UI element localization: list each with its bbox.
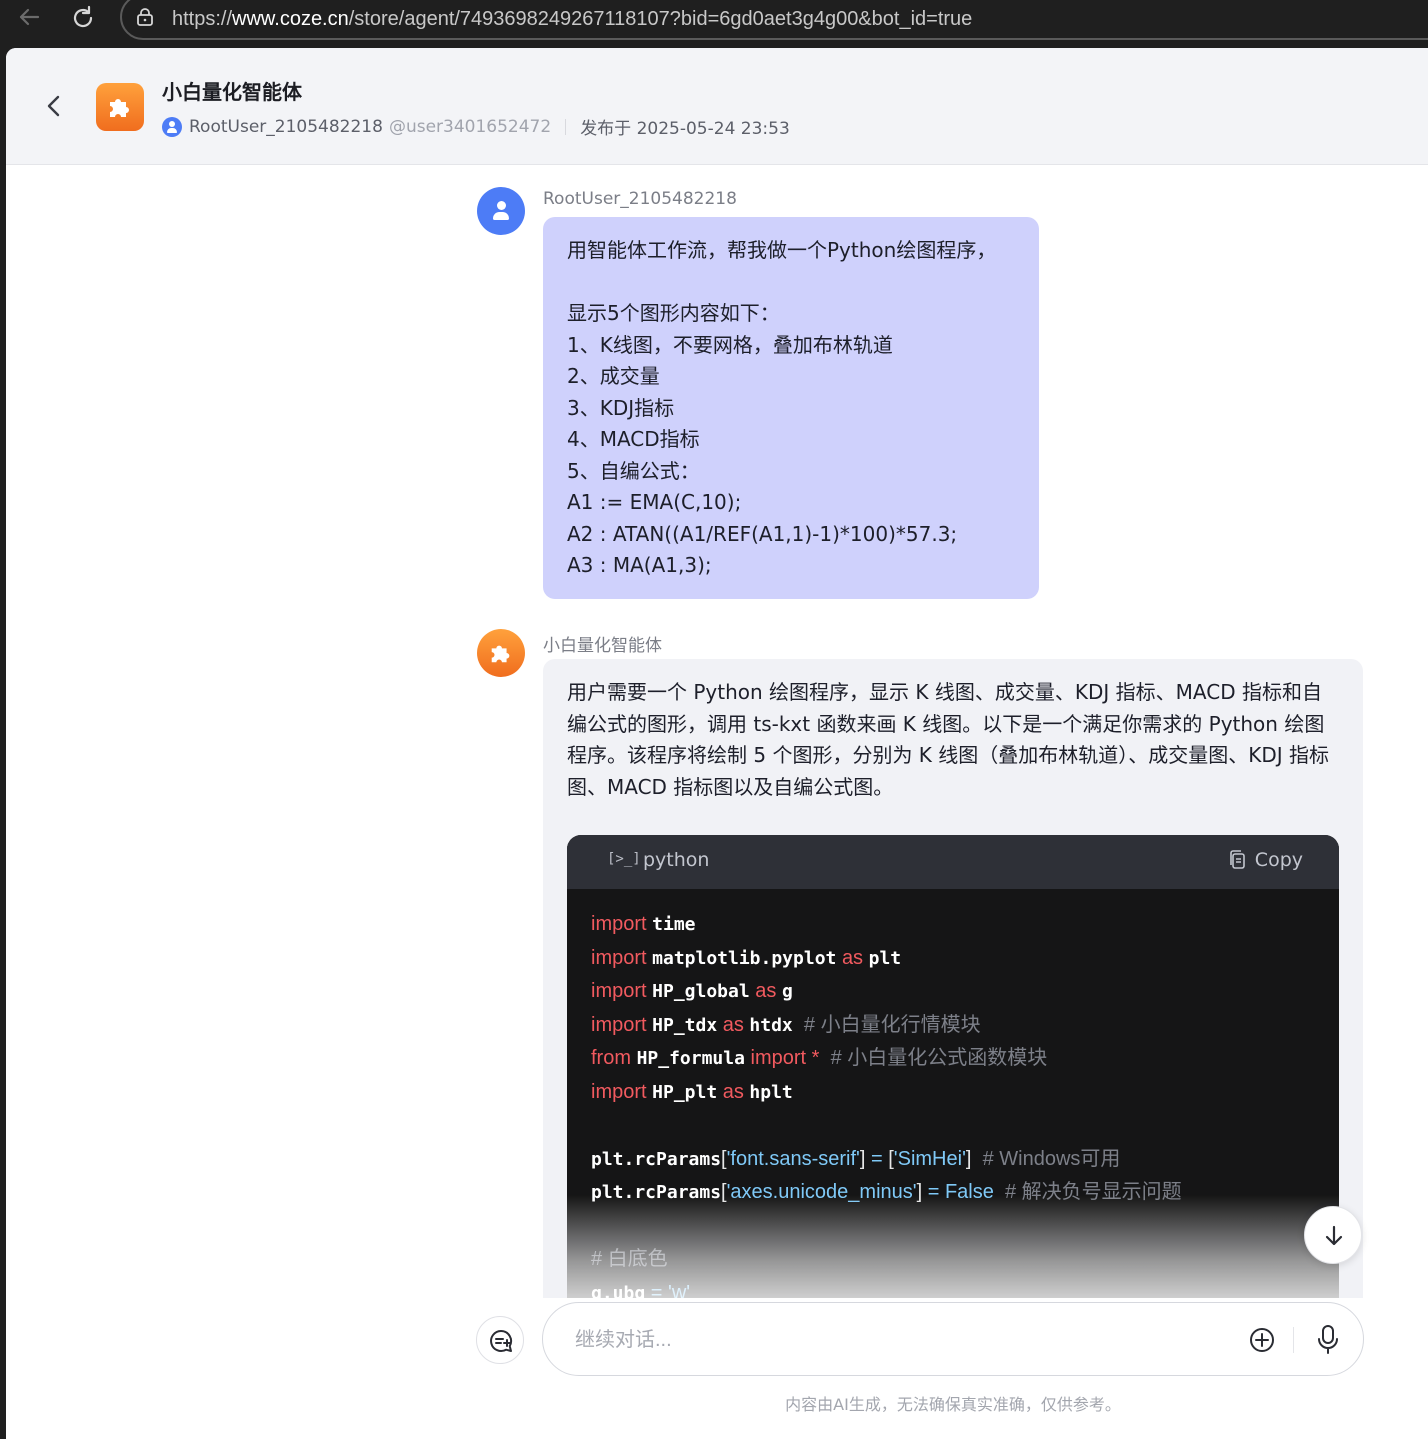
arrow-down-icon bbox=[1325, 1225, 1343, 1246]
microphone-icon[interactable] bbox=[1313, 1323, 1343, 1357]
code-token: # Windows可用 bbox=[982, 1147, 1121, 1170]
code-token: hplt bbox=[749, 1081, 793, 1103]
user-sender-name: RootUser_2105482218 bbox=[543, 189, 737, 209]
agent-message-text: 用户需要一个 Python 绘图程序，显示 K 线图、成交量、KDJ 指标、MA… bbox=[567, 680, 1330, 799]
page: 小白量化智能体 RootUser_2105482218 @user3401652… bbox=[6, 48, 1428, 1439]
code-token: plt.rcParams bbox=[591, 1148, 722, 1170]
code-token: = bbox=[870, 1147, 883, 1170]
agent-logo bbox=[96, 83, 144, 131]
code-line: import time bbox=[591, 907, 1315, 941]
code-token: # 小白量化行情模块 bbox=[803, 1013, 981, 1036]
code-token: HP_global bbox=[652, 981, 750, 1002]
user-icon bbox=[162, 116, 182, 137]
chat-input-box bbox=[542, 1302, 1364, 1376]
code-line: from HP_formula import * # 小白量化公式函数模块 bbox=[591, 1041, 1315, 1075]
user-message-line: 1、K线图，不要网格，叠加布林轨道 bbox=[567, 332, 893, 357]
code-token: as bbox=[722, 1013, 744, 1036]
browser-toolbar: https://www.coze.cn/store/agent/74936982… bbox=[0, 0, 1428, 48]
user-message-line: 4、MACD指标 bbox=[567, 427, 700, 451]
user-message-line: A3 : MA(A1,3); bbox=[567, 553, 712, 577]
user-message-line: 5、自编公式： bbox=[567, 458, 700, 483]
publish-date: 发布于 2025-05-24 23:53 bbox=[580, 119, 790, 139]
code-token: HP_tdx bbox=[652, 1014, 718, 1036]
new-chat-icon bbox=[490, 1329, 513, 1352]
puzzle-icon bbox=[491, 645, 510, 663]
code-fade-overlay bbox=[567, 1195, 1339, 1315]
code-line: import matplotlib.pyplot as plt bbox=[591, 941, 1315, 975]
back-arrow-icon[interactable] bbox=[14, 4, 44, 34]
user-message-line: 显示5个图形内容如下： bbox=[567, 301, 780, 325]
agent-avatar bbox=[477, 629, 525, 677]
puzzle-icon bbox=[110, 99, 129, 117]
user-message-line: A1 := EMA(C,10); bbox=[567, 490, 742, 514]
user-message-line: 用智能体工作流，帮我做一个Python绘图程序， bbox=[567, 238, 997, 262]
code-token: import bbox=[591, 980, 647, 1002]
code-token: as bbox=[841, 946, 864, 969]
add-attachment-icon[interactable] bbox=[1247, 1325, 1277, 1355]
code-token: # 小白量化公式函数模块 bbox=[830, 1047, 1048, 1069]
code-block: [>_] python Copy import time import matpl… bbox=[567, 835, 1339, 1315]
author-handle: @user3401652472 bbox=[388, 116, 552, 137]
reload-icon[interactable] bbox=[68, 4, 98, 34]
code-token: plt bbox=[868, 947, 902, 969]
code-token: import bbox=[750, 1047, 807, 1069]
code-line: import HP_plt as hplt bbox=[591, 1075, 1315, 1109]
agent-title: 小白量化智能体 bbox=[162, 80, 302, 104]
divider bbox=[1293, 1327, 1294, 1353]
copy-button[interactable]: Copy bbox=[1227, 849, 1303, 871]
code-token: import bbox=[591, 913, 647, 935]
divider bbox=[565, 118, 567, 135]
code-language: python bbox=[643, 849, 710, 871]
code-line: import HP_global as g bbox=[591, 974, 1315, 1008]
agent-meta: RootUser_2105482218 @user3401652472 发布于 … bbox=[162, 114, 790, 139]
code-token: as bbox=[755, 980, 777, 1002]
code-token: as bbox=[722, 1080, 744, 1103]
terminal-icon: [>_] bbox=[607, 851, 641, 867]
code-token: import bbox=[591, 1080, 647, 1103]
code-token: import bbox=[591, 946, 647, 969]
code-token: htdx bbox=[749, 1014, 793, 1036]
code-line: plt.rcParams['font.sans-serif'] = ['SimH… bbox=[591, 1142, 1315, 1176]
code-token: matplotlib.pyplot bbox=[652, 947, 837, 969]
user-avatar bbox=[477, 187, 525, 235]
url-text: https://www.coze.cn/store/agent/74936982… bbox=[172, 8, 973, 30]
copy-icon bbox=[1229, 850, 1245, 869]
code-token: HP_plt bbox=[652, 1081, 718, 1103]
user-message-line: A2 : ATAN((A1/REF(A1,1)-1)*100)*57.3; bbox=[567, 521, 958, 546]
address-bar[interactable]: https://www.coze.cn/store/agent/74936982… bbox=[120, 0, 1428, 40]
author-name[interactable]: RootUser_2105482218 bbox=[189, 117, 383, 137]
user-message-line bbox=[567, 267, 1015, 299]
new-chat-button[interactable] bbox=[476, 1316, 524, 1364]
site-info-icon[interactable] bbox=[136, 8, 154, 26]
code-token: import bbox=[591, 1013, 647, 1036]
scroll-to-bottom-button[interactable] bbox=[1304, 1206, 1362, 1264]
code-line: import HP_tdx as htdx # 小白量化行情模块 bbox=[591, 1008, 1315, 1042]
code-token: from bbox=[591, 1047, 631, 1069]
code-block-header: [>_] python Copy bbox=[567, 835, 1339, 889]
code-token: HP_formula bbox=[636, 1048, 745, 1069]
copy-label: Copy bbox=[1254, 849, 1303, 871]
code-token: 'font.sans-serif' bbox=[726, 1147, 860, 1170]
user-message-line: 3、KDJ指标 bbox=[567, 395, 675, 420]
user-message-line: 2、成交量 bbox=[567, 364, 660, 388]
agent-header: 小白量化智能体 RootUser_2105482218 @user3401652… bbox=[6, 48, 1428, 165]
chat-input[interactable] bbox=[575, 1323, 1215, 1357]
agent-sender-name: 小白量化智能体 bbox=[543, 636, 662, 656]
user-message-bubble: 用智能体工作流，帮我做一个Python绘图程序， 显示5个图形内容如下： 1、K线图… bbox=[543, 217, 1039, 599]
code-token: time bbox=[652, 914, 696, 935]
code-token: 'SimHei' bbox=[893, 1147, 966, 1170]
ai-disclaimer: 内容由AI生成，无法确保真实准确，仅供参考。 bbox=[785, 1395, 1121, 1414]
chevron-left-icon[interactable] bbox=[44, 92, 64, 120]
code-token: g bbox=[781, 981, 793, 1002]
